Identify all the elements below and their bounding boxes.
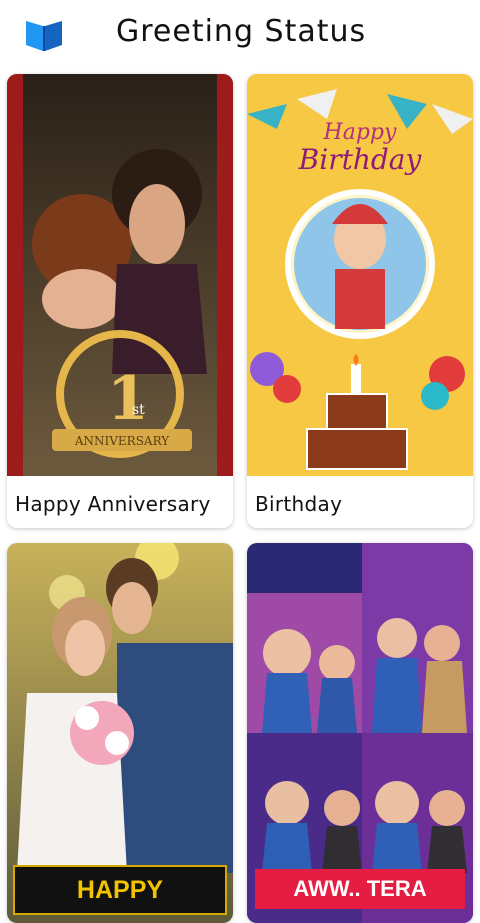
app-header: Greeting Status: [0, 0, 480, 66]
card-label: Birthday: [255, 492, 343, 516]
svg-text:ANNIVERSARY: ANNIVERSARY: [74, 434, 170, 448]
svg-text:1: 1: [107, 364, 149, 434]
party-thumbnail: [247, 543, 473, 923]
book-icon: [26, 21, 62, 51]
page-title: Greeting Status: [116, 14, 367, 49]
card-birthday[interactable]: Happy Birthday Birthday: [247, 74, 473, 528]
svg-text:Happy: Happy: [323, 120, 397, 145]
card-label: Happy Anniversary: [15, 492, 211, 516]
svg-text:st: st: [132, 402, 145, 418]
anniversary-thumbnail: 1 st ANNIVERSARY: [7, 74, 233, 476]
card-happy-aniversary-video[interactable]: HAPPY ANIVERSARY: [7, 543, 233, 923]
video-banner: AWW.. TERA: [255, 869, 465, 909]
video-banner: HAPPY ANIVERSARY: [13, 865, 227, 923]
card-aww-tera[interactable]: AWW.. TERA: [247, 543, 473, 923]
card-happy-anniversary[interactable]: 1 st ANNIVERSARY Happy Anniversary: [7, 74, 233, 528]
svg-text:Birthday: Birthday: [298, 143, 423, 176]
birthday-thumbnail: Happy Birthday: [247, 74, 473, 476]
